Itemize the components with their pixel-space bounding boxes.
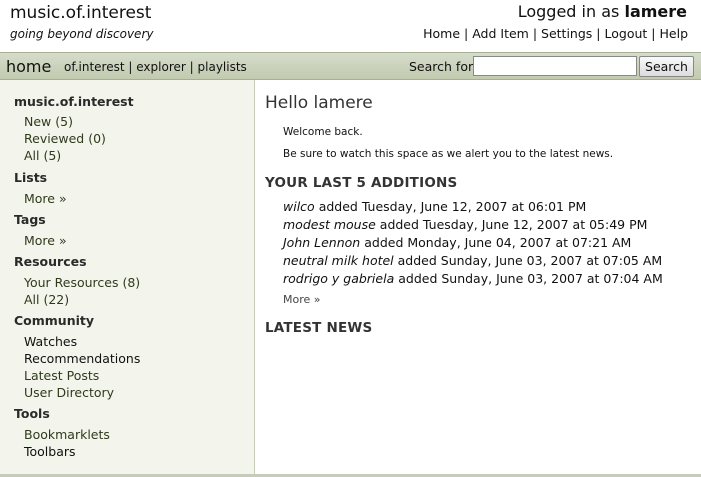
home-tab[interactable]: home (6, 57, 51, 76)
login-prefix: Logged in as (517, 2, 620, 21)
list-item: neutral milk hotel added Sunday, June 03… (283, 253, 662, 268)
additions-heading: YOUR LAST 5 ADDITIONS (265, 175, 458, 191)
search-input[interactable] (473, 56, 637, 76)
section-separator: | (189, 60, 194, 74)
search-button[interactable]: Search (639, 56, 694, 77)
latest-news-heading: LATEST NEWS (265, 320, 373, 336)
site-title[interactable]: music.of.interest (10, 3, 151, 23)
nav-separator: | (651, 26, 656, 41)
artist-link[interactable]: modest mouse (283, 217, 376, 232)
top-nav: Home | Add Item | Settings | Logout | He… (423, 26, 688, 41)
sidebar-item-all-resources[interactable]: All (22) (24, 292, 69, 307)
sidebar-heading-lists: Lists (14, 170, 48, 185)
sidebar-item-your-resources[interactable]: Your Resources (8) (24, 275, 140, 290)
artist-link[interactable]: rodrigo y gabriela (283, 271, 394, 286)
artist-link[interactable]: neutral milk hotel (283, 253, 394, 268)
more-additions-link[interactable]: More » (283, 293, 321, 306)
addition-date: added Tuesday, June 12, 2007 at 05:49 PM (379, 217, 648, 232)
section-separator: | (128, 60, 133, 74)
search-label: Search for (409, 59, 474, 74)
sidebar: music.of.interest New (5) Reviewed (0) A… (0, 80, 255, 477)
nav-help-link[interactable]: Help (660, 26, 689, 41)
nav-separator: | (532, 26, 538, 41)
list-item: John Lennon added Monday, June 04, 2007 … (283, 235, 631, 250)
sidebar-heading-resources: Resources (14, 254, 87, 269)
sidebar-heading-community: Community (14, 313, 95, 328)
sidebar-item-toolbars[interactable]: Toolbars (24, 444, 76, 459)
sidebar-item-user-directory[interactable]: User Directory (24, 385, 114, 400)
nav-logout-link[interactable]: Logout (605, 26, 648, 41)
sidebar-item-all-music[interactable]: All (5) (24, 148, 61, 163)
of-interest-link[interactable]: of.interest (64, 60, 125, 74)
sidebar-item-latest-posts[interactable]: Latest Posts (24, 368, 99, 383)
sidebar-item-tags-more[interactable]: More » (24, 233, 67, 248)
sidebar-item-watches[interactable]: Watches (24, 334, 77, 349)
nav-home-link[interactable]: Home (423, 26, 460, 41)
welcome-message: Welcome back. (283, 126, 363, 138)
list-item: rodrigo y gabriela added Sunday, June 03… (283, 271, 663, 286)
sidebar-item-reviewed[interactable]: Reviewed (0) (24, 131, 106, 146)
sidebar-item-lists-more[interactable]: More » (24, 191, 67, 206)
sidebar-heading-tags: Tags (14, 212, 46, 227)
sidebar-item-recommendations[interactable]: Recommendations (24, 351, 140, 366)
list-item: wilco added Tuesday, June 12, 2007 at 06… (283, 199, 586, 214)
artist-link[interactable]: wilco (283, 199, 315, 214)
section-navbar: home of.interest | explorer | playlists … (0, 52, 701, 80)
nav-separator: | (464, 26, 469, 41)
sidebar-heading-music-of-interest: music.of.interest (14, 94, 134, 109)
page-title: Hello lamere (265, 93, 373, 113)
news-notice: Be sure to watch this space as we alert … (283, 148, 614, 160)
page-header: music.of.interest going beyond discovery… (0, 0, 701, 52)
section-links: of.interest | explorer | playlists (64, 60, 247, 74)
explorer-link[interactable]: explorer (136, 60, 186, 74)
sidebar-item-new[interactable]: New (5) (24, 114, 73, 129)
addition-date: added Sunday, June 03, 2007 at 07:05 AM (397, 253, 663, 268)
sidebar-item-bookmarklets[interactable]: Bookmarklets (24, 427, 110, 442)
addition-date: added Tuesday, June 12, 2007 at 06:01 PM (318, 199, 587, 214)
addition-date: added Monday, June 04, 2007 at 07:21 AM (364, 235, 632, 250)
playlists-link[interactable]: playlists (198, 60, 247, 74)
nav-settings-link[interactable]: Settings (541, 26, 592, 41)
list-item: modest mouse added Tuesday, June 12, 200… (283, 217, 647, 232)
addition-date: added Sunday, June 03, 2007 at 07:04 AM (398, 271, 663, 286)
main-content: Hello lamere Welcome back. Be sure to wa… (256, 80, 701, 477)
sidebar-heading-tools: Tools (14, 406, 50, 421)
nav-add-item-link[interactable]: Add Item (472, 26, 529, 41)
nav-separator: | (596, 26, 601, 41)
site-tagline: going beyond discovery (10, 27, 154, 41)
username: lamere (624, 2, 687, 21)
artist-link[interactable]: John Lennon (283, 235, 360, 250)
login-status: Logged in as lamere (518, 2, 687, 21)
